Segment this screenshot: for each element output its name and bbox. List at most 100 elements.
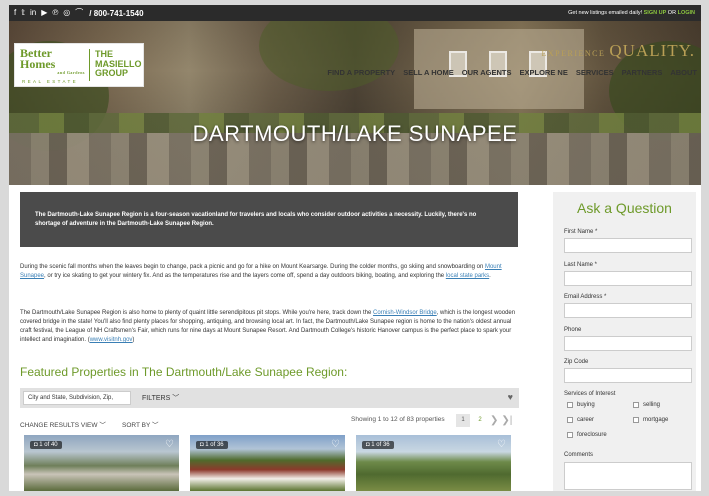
page: f 𝕥 in ▶ ℗ ◎ ⌒ / 800-741-1540 Get new li… — [9, 5, 701, 491]
comments-field[interactable] — [564, 462, 692, 490]
social-links: f 𝕥 in ▶ ℗ ◎ ⌒ — [9, 5, 83, 21]
nav-sell-home[interactable]: SELL A HOME — [403, 68, 454, 77]
form-title: Ask a Question — [577, 200, 672, 216]
checkbox-box[interactable] — [567, 417, 573, 423]
first-name-label: First Name * — [564, 229, 598, 235]
paragraph-outdoors: During the scenic fall months when the l… — [20, 263, 520, 281]
favorite-heart-icon[interactable]: ♡ — [331, 439, 340, 450]
phone-number[interactable]: / 800-741-1540 — [89, 9, 143, 18]
phone-label: Phone — [564, 327, 582, 333]
pinterest-icon[interactable]: ℗ — [52, 5, 58, 21]
group-name: THE MASIELLO GROUP — [95, 49, 142, 79]
email-label: Email Address * — [564, 294, 607, 300]
photo-count-badge: ◘ 1 of 40 — [30, 441, 62, 449]
next-page-icon[interactable]: ❯ — [490, 415, 498, 426]
comments-label: Comments — [564, 452, 594, 458]
sort-by-dropdown[interactable]: SORT BY ﹀ — [122, 419, 159, 429]
linkedin-icon[interactable]: in — [30, 5, 36, 21]
foreclosure-label: foreclosure — [577, 432, 607, 438]
para2-text-a: The Dartmouth/Lake Sunapee Region is als… — [20, 310, 374, 316]
nav-explore-ne[interactable]: EXPLORE NE — [519, 68, 567, 77]
pagination: 1 2 ❯ ❯| — [456, 414, 512, 427]
services-label: Services of Interest — [564, 391, 616, 397]
nav-partners[interactable]: PARTNERS — [622, 68, 663, 77]
main-nav: FIND A PROPERTY SELL A HOME OUR AGENTS E… — [327, 68, 697, 77]
visitnh-link[interactable]: www.visitnh.gov — [90, 337, 133, 343]
change-view-dropdown[interactable]: CHANGE RESULTS VIEW ﹀ — [20, 419, 106, 429]
last-page-icon[interactable]: ❯| — [501, 415, 512, 426]
nav-about[interactable]: ABOUT — [670, 68, 697, 77]
nav-our-agents[interactable]: OUR AGENTS — [462, 68, 512, 77]
first-name-field[interactable] — [564, 238, 692, 253]
selling-checkbox[interactable]: selling — [633, 402, 660, 408]
tagline-experience: EXPERIENCE — [541, 49, 606, 58]
filters-button[interactable]: FILTERS ﹀ — [142, 393, 179, 403]
para1-text-c: . — [489, 273, 491, 279]
page-1[interactable]: 1 — [456, 414, 470, 427]
page-title: DARTMOUTH/LAKE SUNAPEE — [192, 121, 518, 146]
page-2[interactable]: 2 — [473, 414, 487, 427]
promo-text: Get new listings emailed daily! — [568, 10, 643, 16]
zip-label: Zip Code — [564, 359, 589, 365]
or-text: OR — [667, 10, 677, 16]
results-count: Showing 1 to 12 of 83 properties — [351, 416, 445, 423]
search-bar: City and State, Subdivision, Zip, FILTER… — [20, 388, 519, 408]
paragraph-pit-stops: The Dartmouth/Lake Sunapee Region is als… — [20, 309, 520, 345]
signup-link[interactable]: SIGN UP — [644, 10, 667, 16]
nav-find-property[interactable]: FIND A PROPERTY — [327, 68, 395, 77]
career-checkbox[interactable]: career — [567, 417, 594, 423]
favorites-icon[interactable]: ♥ — [508, 392, 513, 402]
rss-icon[interactable]: ⌒ — [75, 5, 83, 21]
logo-real-estate: REAL ESTATE — [22, 79, 79, 84]
twitter-icon[interactable]: 𝕥 — [21, 5, 25, 21]
photo-count-badge: ◘ 1 of 36 — [196, 441, 228, 449]
favorite-heart-icon[interactable]: ♡ — [165, 439, 174, 450]
company-logo[interactable]: Better Homes and Gardens REAL ESTATE THE… — [14, 43, 144, 87]
property-card[interactable]: ◘ 1 of 36 ♡ — [356, 435, 511, 491]
login-link[interactable]: LOGIN — [678, 10, 695, 16]
logo-homes: Homes — [20, 57, 56, 71]
intro-box: The Dartmouth-Lake Sunapee Region is a f… — [20, 192, 518, 247]
buying-label: buying — [577, 402, 595, 408]
photo-count-badge: ◘ 1 of 36 — [362, 441, 394, 449]
career-label: career — [577, 417, 595, 423]
featured-heading: Featured Properties in The Dartmouth/Lak… — [20, 365, 348, 379]
para2-text-c: ) — [132, 337, 135, 343]
foreclosure-checkbox[interactable]: foreclosure — [567, 432, 607, 438]
hero-banner: Better Homes and Gardens REAL ESTATE THE… — [9, 21, 701, 185]
hero-tree — [259, 21, 399, 91]
zip-field[interactable] — [564, 368, 692, 383]
last-name-field[interactable] — [564, 271, 692, 286]
state-parks-link[interactable]: local state parks — [446, 273, 489, 279]
para1-text-a: During the scenic fall months when the l… — [20, 264, 485, 270]
covered-bridge-link[interactable]: Cornish-Windsor Bridge — [373, 310, 437, 316]
para1-text-b: , or try ice skating to get your wintery… — [44, 273, 446, 279]
selling-label: selling — [643, 402, 661, 408]
email-field[interactable] — [564, 303, 692, 318]
logo-divider — [89, 49, 90, 81]
nav-services[interactable]: SERVICES — [576, 68, 614, 77]
instagram-icon[interactable]: ◎ — [63, 5, 70, 21]
ask-question-form: Ask a Question First Name * Last Name * … — [553, 192, 696, 491]
mortgage-label: mortgage — [643, 417, 669, 423]
buying-checkbox[interactable]: buying — [567, 402, 595, 408]
tagline: EXPERIENCE QUALITY. — [542, 41, 696, 61]
location-search-input[interactable]: City and State, Subdivision, Zip, — [23, 391, 131, 405]
property-card[interactable]: ◘ 1 of 36 ♡ — [190, 435, 345, 491]
tagline-quality: QUALITY. — [609, 41, 695, 60]
checkbox-box[interactable] — [567, 402, 573, 408]
bhg-logo: Better Homes and Gardens — [20, 47, 85, 75]
youtube-icon[interactable]: ▶ — [41, 5, 47, 21]
checkbox-box[interactable] — [633, 417, 639, 423]
signup-area: Get new listings emailed daily! SIGN UP … — [568, 5, 695, 21]
top-bar: f 𝕥 in ▶ ℗ ◎ ⌒ / 800-741-1540 Get new li… — [9, 5, 701, 21]
phone-field[interactable] — [564, 336, 692, 351]
property-card[interactable]: ◘ 1 of 40 ♡ — [24, 435, 179, 491]
last-name-label: Last Name * — [564, 262, 598, 268]
favorite-heart-icon[interactable]: ♡ — [497, 439, 506, 450]
checkbox-box[interactable] — [567, 432, 573, 438]
facebook-icon[interactable]: f — [14, 5, 16, 21]
checkbox-box[interactable] — [633, 402, 639, 408]
group-line-3: GROUP — [95, 68, 129, 78]
mortgage-checkbox[interactable]: mortgage — [633, 417, 668, 423]
